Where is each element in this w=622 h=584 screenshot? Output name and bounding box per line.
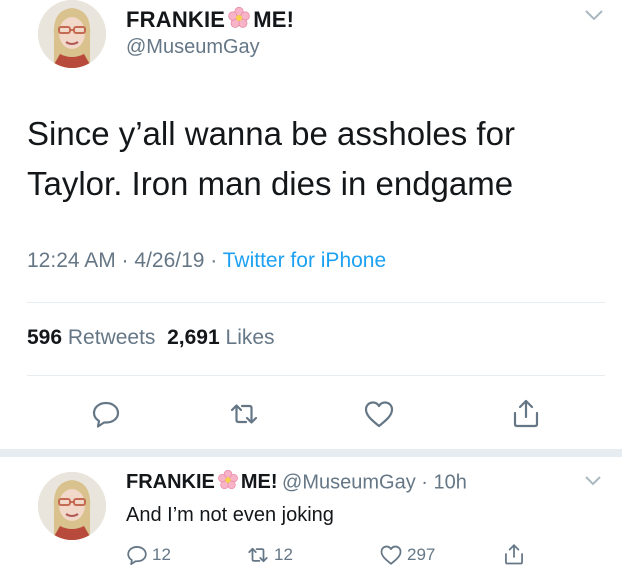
tweet-stats: 596 Retweets 2,691 Likes [27,326,275,350]
reply-avatar[interactable] [38,472,106,540]
share-button[interactable] [506,392,546,434]
reply-display-name[interactable]: FRANKIE ME! [126,469,278,494]
timestamp[interactable]: 12:24 AM · 4/26/19 · [27,249,223,272]
avatar[interactable] [38,0,106,68]
tweet-meta: 12:24 AM · 4/26/19 · Twitter for iPhone [27,249,386,273]
reply-count: 12 [152,545,171,564]
display-name-right: ME! [253,6,295,32]
chevron-down-icon[interactable] [583,474,603,492]
retweet-icon [230,404,258,424]
reply-like-button[interactable]: 297 [379,544,435,566]
reply-display-name-left: FRANKIE [126,471,215,494]
retweets-count: 596 [27,326,63,349]
divider [27,302,605,303]
reply-icon [92,401,120,428]
retweets-stat[interactable]: 596 Retweets [27,326,155,349]
retweet-icon [248,547,268,563]
reply-display-name-right: ME! [240,471,278,494]
cherry-blossom-icon [227,6,251,36]
reply-handle-time[interactable]: @MuseumGay · 10h [282,471,467,493]
likes-count: 2,691 [167,326,220,349]
divider [27,375,605,376]
handle[interactable]: @MuseumGay [126,36,260,59]
retweet-button[interactable] [224,394,264,434]
reply-header: FRANKIE ME! @MuseumGay · 10h [126,469,467,497]
cherry-blossom-icon [217,469,239,497]
like-count: 297 [407,545,436,564]
share-icon [513,399,539,428]
likes-label: Likes [225,326,275,349]
heart-icon [380,545,402,565]
retweet-count: 12 [274,545,293,564]
reply-share-button[interactable] [503,542,525,566]
reply-button[interactable] [86,394,126,434]
reply-icon [127,546,147,566]
reply-retweet-button[interactable]: 12 [246,544,293,566]
display-name[interactable]: FRANKIE ME! [126,6,294,36]
like-button[interactable] [359,394,399,434]
likes-stat[interactable]: 2,691 Likes [167,326,274,349]
source-link[interactable]: Twitter for iPhone [223,249,386,272]
tweet-text: Since y’all wanna be assholes for Taylor… [27,115,515,202]
display-name-left: FRANKIE [126,6,226,32]
heart-icon [364,401,394,428]
chevron-down-icon[interactable] [583,8,605,27]
retweets-label: Retweets [67,326,156,349]
share-icon [505,544,523,565]
reply-text: And I’m not even joking [126,504,334,526]
section-separator [0,449,622,457]
reply-reply-button[interactable]: 12 [126,544,171,566]
